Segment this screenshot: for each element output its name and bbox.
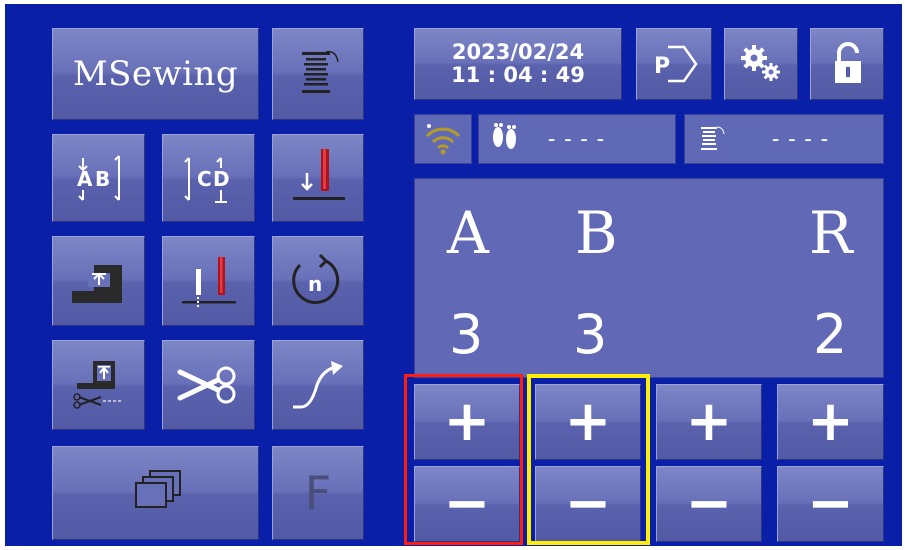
scissors-icon [177, 366, 235, 404]
svg-text:B: B [95, 167, 110, 191]
brand-logo: MSewing [72, 54, 239, 94]
selection-highlight-yellow [527, 374, 650, 545]
stitch-counter-value: ---- [545, 126, 610, 152]
curve-arrow-icon [293, 361, 343, 409]
decrease-r-button[interactable]: − [777, 466, 884, 542]
start-backtack-ab-button[interactable]: A B [52, 134, 145, 222]
curve-sewing-button[interactable] [272, 340, 364, 430]
increase-r-button[interactable]: + [777, 384, 884, 460]
cycle-n-icon: n [292, 253, 340, 304]
svg-text:n: n [308, 272, 322, 296]
minus-label: − [685, 471, 733, 536]
backtack-cd-icon: C D [183, 157, 230, 203]
program-icon: P [654, 45, 698, 83]
needle-down-button[interactable] [272, 134, 364, 222]
program-select-button[interactable]: P [636, 28, 712, 100]
tack-letter-r: R [809, 199, 853, 267]
footprints-icon [493, 123, 516, 149]
trim-lift-icon [72, 361, 121, 409]
tack-values-panel: A B R 3 3 2 [414, 178, 884, 378]
svg-text:D: D [213, 167, 230, 191]
needle-down-icon [293, 149, 345, 200]
wifi-icon [425, 124, 461, 155]
stacked-pages-icon [134, 470, 181, 508]
svg-text:C: C [197, 167, 212, 191]
bobbin-counter-value: ---- [769, 126, 834, 152]
logo-panel: MSewing [52, 28, 259, 120]
svg-text:P: P [654, 54, 670, 79]
presser-foot-lift-button[interactable] [52, 236, 145, 326]
stitch-counter: ---- [478, 114, 676, 164]
gears-icon [741, 45, 780, 81]
tack-letter-b: B [575, 199, 618, 267]
trim-lift-button[interactable] [52, 340, 145, 430]
tack-letter-a: A [447, 199, 489, 267]
function-f-button[interactable]: F [272, 446, 364, 540]
backtack-ab-icon: A B [77, 155, 120, 201]
thread-trimmer-button[interactable] [162, 340, 255, 430]
svg-text:A: A [77, 167, 93, 191]
stitch-count-button[interactable]: n [272, 236, 364, 326]
tack-value-b: 3 [573, 303, 608, 366]
unlock-button[interactable] [810, 28, 884, 100]
needle-position-button[interactable] [162, 236, 255, 326]
function-f-label: F [304, 466, 332, 520]
end-backtack-cd-button[interactable]: C D [162, 134, 255, 222]
settings-button[interactable] [724, 28, 798, 100]
bobbin-counter-icon [701, 126, 725, 150]
pattern-pages-button[interactable] [52, 446, 259, 540]
date-text: 2023/02/24 [451, 40, 585, 64]
decrease-c-button[interactable]: − [656, 466, 762, 542]
tack-value-a: 3 [449, 303, 484, 366]
bobbin-winder-button[interactable] [272, 28, 364, 120]
clock-display: 2023/02/24 11 : 04 : 49 [414, 28, 622, 100]
plus-label: + [685, 389, 733, 454]
needle-position-icon [181, 257, 236, 307]
time-text: 11 : 04 : 49 [451, 63, 585, 87]
increase-c-button[interactable]: + [656, 384, 762, 460]
bobbin-counter: ---- [684, 114, 884, 164]
tack-value-r: 2 [813, 303, 848, 366]
unlock-icon [835, 42, 861, 83]
bobbin-icon [302, 50, 339, 93]
plus-label: + [807, 389, 854, 454]
presser-foot-icon [71, 265, 122, 303]
selection-highlight-red [404, 374, 523, 545]
wifi-status [414, 114, 472, 164]
minus-label: − [807, 471, 854, 536]
